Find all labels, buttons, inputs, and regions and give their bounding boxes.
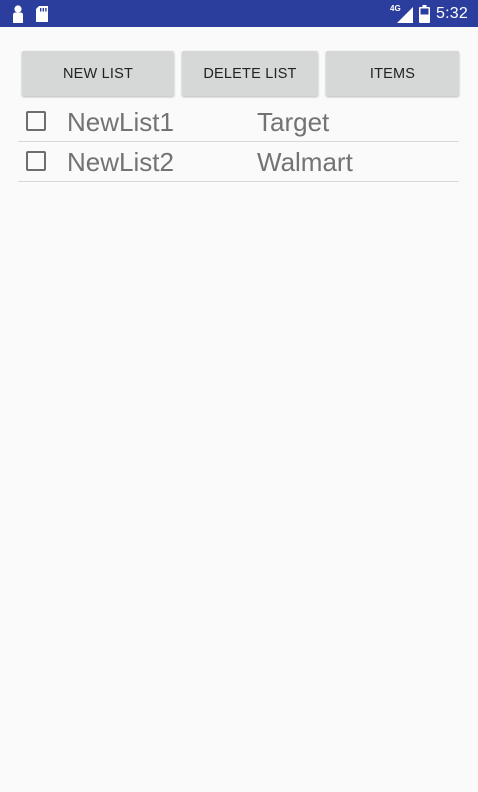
new-list-button-label: NEW LIST xyxy=(62,65,134,82)
new-list-button[interactable]: NEW LIST xyxy=(22,51,174,96)
clock-time: 5:32 xyxy=(436,4,468,22)
list-row[interactable]: NewList2 Walmart xyxy=(18,142,459,182)
network-type-label: 4G xyxy=(390,3,401,13)
sd-card-icon xyxy=(35,5,49,23)
signal-icon: 4G xyxy=(390,3,414,23)
delete-list-button[interactable]: DELETE LIST xyxy=(182,51,318,96)
list-checkbox[interactable] xyxy=(26,151,46,171)
list-store: Walmart xyxy=(257,147,353,177)
list-checkbox[interactable] xyxy=(26,111,46,131)
person-icon xyxy=(11,4,25,23)
list-store: Target xyxy=(257,107,330,137)
list-name: NewList1 xyxy=(67,107,174,137)
status-bar: 4G 5:32 xyxy=(0,0,478,27)
battery-icon xyxy=(419,4,431,23)
delete-list-button-label: DELETE LIST xyxy=(203,65,297,82)
status-bar-right: 4G 5:32 xyxy=(390,0,468,27)
items-button-label: ITEMS xyxy=(369,65,416,82)
list-name: NewList2 xyxy=(67,147,174,177)
status-bar-left xyxy=(11,4,49,23)
list-row[interactable]: NewList1 Target xyxy=(18,102,459,142)
main-content: NEW LIST DELETE LIST ITEMS NewList1 Targ… xyxy=(0,27,478,792)
shopping-lists: NewList1 Target NewList2 Walmart xyxy=(18,102,459,182)
items-button[interactable]: ITEMS xyxy=(326,51,459,96)
